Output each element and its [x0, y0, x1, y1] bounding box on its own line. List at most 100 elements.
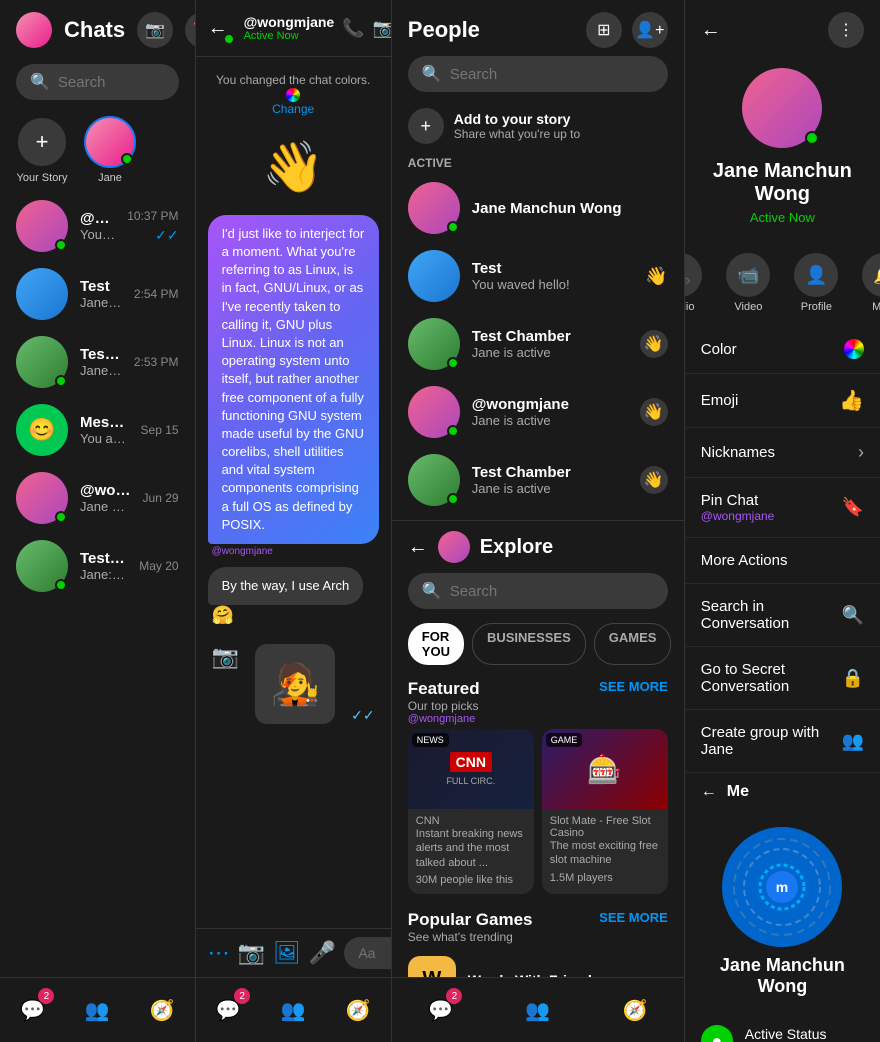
explore-back-button[interactable]: ← — [408, 536, 428, 559]
explore-search-bar[interactable]: 🔍 — [408, 573, 668, 609]
camera-in-chat-icon[interactable]: 📷 — [212, 644, 239, 724]
list-item[interactable]: Jane Manchun Wong — [392, 174, 684, 242]
nav-chat-icon[interactable]: 💬 2 — [420, 990, 460, 1030]
chevron-right-icon: › — [858, 442, 864, 463]
back-me-icon[interactable]: ← — [701, 783, 717, 801]
chat-header-name: @wongmjane — [244, 14, 335, 30]
message-input[interactable] — [344, 937, 391, 969]
add-story-avatar[interactable]: + — [16, 116, 68, 168]
user-avatar[interactable] — [16, 12, 52, 48]
nav-explore-icon[interactable]: 🧭 — [338, 990, 378, 1030]
list-item[interactable]: Test Chamber Jane: 😀 May 20 — [0, 532, 195, 600]
more-actions-menu-item[interactable]: More Actions — [685, 538, 880, 584]
people-search-bar[interactable]: 🔍 — [408, 56, 668, 92]
add-story-icon: + — [408, 108, 444, 144]
panel-profile: ← ⋮ Jane Manchun Wong Active Now 📞 Audio… — [685, 0, 880, 1042]
wave-button[interactable]: 👋 — [640, 398, 668, 426]
profile-action-button[interactable]: 👤 Profile — [794, 253, 838, 313]
nav-people-icon[interactable]: 👥 — [77, 990, 117, 1030]
nicknames-menu-item[interactable]: Nicknames › — [685, 428, 880, 478]
nav-chat-icon[interactable]: 💬 2 — [208, 990, 248, 1030]
chats-search-input[interactable] — [58, 74, 165, 91]
active-dot — [447, 357, 459, 369]
video-action-button[interactable]: 📹 Video — [726, 253, 770, 313]
wave-button[interactable]: 👋 — [640, 466, 668, 494]
person-name: Test Chamber — [472, 328, 628, 345]
qr-code[interactable]: m — [722, 827, 842, 947]
jane-story-item[interactable]: Jane — [84, 116, 136, 184]
list-item[interactable]: Test Chamber Jane is active 👋 — [392, 310, 684, 378]
list-item[interactable]: Test Chamber Jane Manchun Wong sent an a… — [0, 328, 195, 396]
compose-icon[interactable]: ✏️ — [185, 12, 195, 48]
nav-explore-icon[interactable]: 🧭 — [615, 990, 655, 1030]
video-call-icon[interactable]: 📷 — [373, 18, 392, 39]
see-more-button[interactable]: SEE MORE — [599, 679, 668, 694]
dots-icon[interactable]: ⋯ — [208, 940, 230, 966]
list-item[interactable]: W Words With Friends — [408, 948, 668, 977]
profile-status: Active Now — [750, 210, 815, 225]
tab-businesses[interactable]: BUSINESSES — [472, 623, 586, 665]
mute-action-button[interactable]: 🔔 Mute — [862, 253, 880, 313]
list-item[interactable]: @wongmjane You: I'd just like to interje… — [0, 192, 195, 260]
audio-call-icon[interactable]: 📞 — [342, 18, 364, 39]
color-menu-item[interactable]: Color — [685, 325, 880, 374]
jane-story-avatar[interactable] — [84, 116, 136, 168]
nav-people-icon[interactable]: 👥 — [273, 990, 313, 1030]
chat-info: @wongmjane Jane voted for "1" in the pol… — [80, 482, 131, 514]
emoji-menu-item[interactable]: Emoji 👍 — [685, 374, 880, 428]
audio-label: Audio — [685, 301, 695, 313]
add-story-item[interactable]: + Add to your story Share what you're up… — [392, 100, 684, 152]
jane-story-label: Jane — [98, 172, 122, 184]
list-item[interactable]: NEWS CNN FULL CIRC. CNN Instant breaking… — [408, 729, 534, 894]
mic-input-icon[interactable]: 🎤 — [309, 940, 336, 966]
pin-chat-menu-item[interactable]: Pin Chat @wongmjane 🔖 — [685, 478, 880, 538]
list-item[interactable]: Test Jane Manchun Wong sent an actio... … — [0, 260, 195, 328]
color-circle-icon — [844, 339, 864, 359]
active-dot — [447, 425, 459, 437]
card-body: CNN Instant breaking news alerts and the… — [408, 809, 534, 894]
add-story-label: Add to your story — [454, 111, 580, 127]
camera-input-icon[interactable]: 📷 — [238, 940, 265, 966]
people-grid-icon[interactable]: ⊞ — [586, 12, 622, 48]
add-story-info: Add to your story Share what you're up t… — [454, 111, 580, 141]
secret-conversation-menu-item[interactable]: Go to Secret Conversation 🔒 — [685, 647, 880, 710]
active-dot — [447, 493, 459, 505]
nav-chat-icon[interactable]: 💬 2 — [12, 990, 52, 1030]
people-add-icon[interactable]: 👤+ — [632, 12, 668, 48]
create-group-menu-item[interactable]: Create group with Jane 👥 — [685, 710, 880, 773]
people-search-input[interactable] — [450, 66, 654, 83]
audio-action-button[interactable]: 📞 Audio — [685, 253, 703, 313]
chat-list: @wongmjane You: I'd just like to interje… — [0, 192, 195, 977]
search-conversation-menu-item[interactable]: Search in Conversation 🔍 — [685, 584, 880, 647]
more-options-icon[interactable]: ⋮ — [828, 12, 864, 48]
photo-input-icon[interactable]: 🖼 — [273, 940, 301, 966]
active-status-item[interactable]: ● Active Status On — [685, 1013, 880, 1042]
explore-search-input[interactable] — [450, 583, 654, 600]
list-item[interactable]: GAME 🎰 Slot Mate - Free Slot Casino The … — [542, 729, 668, 894]
profile-back-button[interactable]: ← — [701, 19, 721, 42]
change-link[interactable]: Change — [272, 102, 314, 116]
list-item[interactable]: Test You waved hello! 👋 — [392, 242, 684, 310]
nav-explore-icon[interactable]: 🧭 — [142, 990, 182, 1030]
active-dot — [223, 33, 235, 45]
list-item[interactable]: Test Chamber Jane is active 👋 — [392, 446, 684, 514]
chat-name: Test — [80, 278, 122, 295]
list-item[interactable]: 😊 Messenger Kids You agreed to have Mess… — [0, 396, 195, 464]
list-item[interactable]: @wongmjane Jane is active 👋 — [392, 378, 684, 446]
person-sub: Jane is active — [472, 345, 628, 360]
tab-for-you[interactable]: FOR YOU — [408, 623, 464, 665]
chat-time: May 20 — [139, 559, 178, 573]
wave-emoji: 👋 — [208, 130, 379, 205]
tab-games[interactable]: GAMES — [594, 623, 672, 665]
avatar — [408, 454, 460, 506]
camera-icon[interactable]: 📷 — [137, 12, 173, 48]
profile-avatar[interactable] — [742, 68, 822, 148]
your-story-item[interactable]: + Your Story — [16, 116, 68, 184]
wave-button[interactable]: 👋 — [640, 330, 668, 358]
see-more-games-button[interactable]: SEE MORE — [599, 910, 668, 925]
avatar — [408, 182, 460, 234]
nav-people-icon[interactable]: 👥 — [518, 990, 558, 1030]
list-item[interactable]: sdf Jane is active 👋 — [392, 514, 684, 520]
list-item[interactable]: @wongmjane Jane voted for "1" in the pol… — [0, 464, 195, 532]
chats-search-bar[interactable]: 🔍 — [16, 64, 179, 100]
